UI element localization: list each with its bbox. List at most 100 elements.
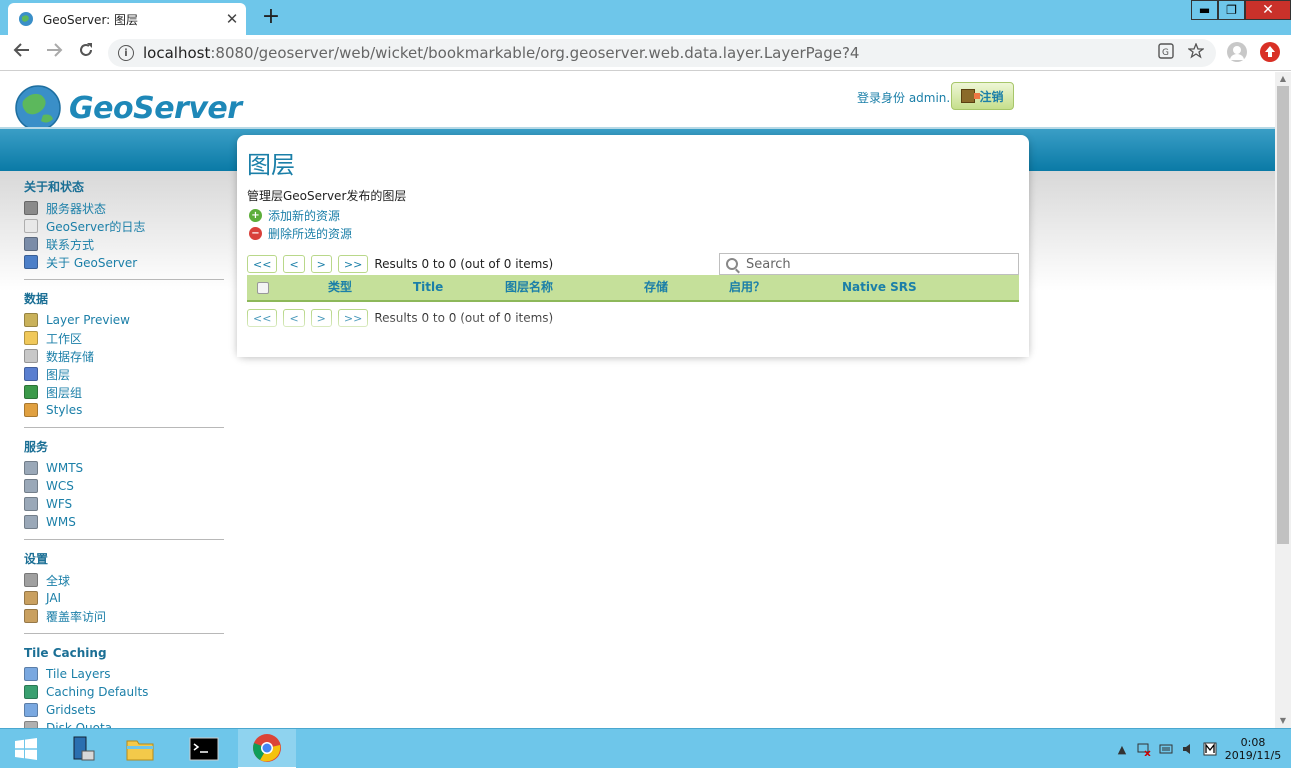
- sidebar-item[interactable]: 图层组: [24, 383, 224, 401]
- address-bar[interactable]: i localhost:8080/geoserver/web/wicket/bo…: [108, 39, 1216, 67]
- folder-icon: [126, 740, 154, 761]
- chrome-icon: [253, 734, 281, 762]
- scroll-down-icon[interactable]: ▼: [1275, 714, 1291, 728]
- sidebar-item[interactable]: JAI: [24, 589, 224, 607]
- page-scrollbar[interactable]: ▲ ▼: [1275, 72, 1291, 728]
- sidebar-item-label: 图层组: [46, 385, 83, 400]
- tile-layers-icon: [24, 667, 38, 681]
- page-description: 管理层GeoServer发布的图层: [247, 189, 407, 203]
- caching-defaults-icon: [24, 685, 38, 699]
- keyboard-icon[interactable]: [1159, 742, 1173, 756]
- chrome-task[interactable]: [238, 729, 296, 768]
- start-button[interactable]: [0, 729, 52, 768]
- browser-tab[interactable]: GeoServer: 图层 ✕: [8, 3, 246, 35]
- sidebar-item[interactable]: WMTS: [24, 459, 224, 477]
- column-header[interactable]: Title: [413, 275, 443, 300]
- sidebar-item-label: Gridsets: [46, 703, 96, 717]
- sidebar-item[interactable]: 联系方式: [24, 235, 224, 253]
- logout-button[interactable]: 注销: [951, 82, 1014, 110]
- coverage-access-icon: [24, 609, 38, 623]
- browser-titlebar: GeoServer: 图层 ✕ + ▬ ❐ ✕: [0, 0, 1291, 35]
- clock-date: 2019/11/5: [1224, 749, 1282, 762]
- forward-arrow-icon[interactable]: [42, 41, 66, 65]
- add-resource-label: 添加新的资源: [268, 209, 341, 223]
- geoserver-brand-text: GeoServer: [69, 90, 242, 126]
- server-manager-task[interactable]: [56, 729, 108, 768]
- translate-icon[interactable]: G: [1158, 43, 1174, 59]
- column-header[interactable]: 启用？: [729, 275, 765, 300]
- column-header[interactable]: 类型: [328, 275, 352, 300]
- sidebar-item[interactable]: Tile Layers: [24, 665, 224, 683]
- back-arrow-icon[interactable]: [10, 41, 34, 65]
- svg-text:G: G: [1162, 48, 1169, 58]
- wmts-icon: [24, 461, 38, 475]
- system-tray: ▲ 0:08 2019/11/5: [1107, 729, 1283, 768]
- prev-page-button[interactable]: <: [283, 255, 305, 273]
- sidebar-item-label: Styles: [46, 403, 83, 417]
- layer-table-header: 类型 Title 图层名称 存储 启用？ Native SRS: [247, 275, 1019, 302]
- windows-taskbar: ▲ 0:08 2019/11/5: [0, 728, 1291, 768]
- wcs-icon: [24, 479, 38, 493]
- bookmark-star-icon[interactable]: [1188, 43, 1204, 59]
- profile-avatar-icon[interactable]: [1227, 42, 1247, 62]
- sidebar-item[interactable]: Gridsets: [24, 701, 224, 719]
- sidebar-item[interactable]: WFS: [24, 495, 224, 513]
- sidebar-item[interactable]: WCS: [24, 477, 224, 495]
- geoserver-globe-icon: [15, 85, 61, 131]
- search-input[interactable]: Search: [719, 253, 1019, 275]
- sidebar-item[interactable]: 覆盖率访问: [24, 607, 224, 625]
- sidebar-section: Tile Caching Tile Layers Caching Defaults G…: [24, 643, 224, 728]
- taskbar-clock[interactable]: 0:08 2019/11/5: [1223, 736, 1283, 762]
- last-page-button[interactable]: >>: [337, 255, 369, 273]
- sidebar-item[interactable]: 数据存储: [24, 347, 224, 365]
- sidebar-item[interactable]: 工作区: [24, 329, 224, 347]
- first-page-button[interactable]: <<: [247, 255, 278, 273]
- sidebar-section-title: 服务: [24, 440, 49, 454]
- clock-time: 0:08: [1240, 736, 1266, 749]
- sidebar-item-label: GeoServer的日志: [46, 219, 146, 234]
- select-all-checkbox[interactable]: [257, 282, 269, 294]
- file-explorer-task[interactable]: [114, 729, 166, 768]
- sidebar-item[interactable]: 全球: [24, 571, 224, 589]
- restore-button[interactable]: ❐: [1218, 0, 1245, 20]
- sidebar-item-label: Layer Preview: [46, 313, 130, 327]
- column-header[interactable]: 存储: [644, 275, 668, 300]
- sidebar-item[interactable]: 图层: [24, 365, 224, 383]
- new-tab-button[interactable]: +: [258, 4, 284, 30]
- add-resource-link[interactable]: + 添加新的资源: [249, 207, 340, 224]
- sidebar-item-label: Caching Defaults: [46, 685, 149, 699]
- network-icon[interactable]: [1137, 742, 1151, 756]
- sidebar-item-label: 覆盖率访问: [46, 609, 107, 624]
- next-page-button[interactable]: >: [310, 255, 332, 273]
- reload-icon[interactable]: [74, 41, 98, 65]
- input-method-icon[interactable]: [1203, 742, 1217, 756]
- command-prompt-task[interactable]: [178, 729, 230, 768]
- disk-quota-icon: [24, 721, 38, 728]
- panel-fade: [237, 312, 1029, 357]
- column-header[interactable]: Native SRS: [842, 275, 917, 300]
- sidebar-item[interactable]: Caching Defaults: [24, 683, 224, 701]
- scroll-up-icon[interactable]: ▲: [1275, 72, 1291, 86]
- scrollbar-thumb[interactable]: [1277, 86, 1289, 544]
- close-window-button[interactable]: ✕: [1245, 0, 1291, 20]
- minimize-button[interactable]: ▬: [1191, 0, 1218, 20]
- remove-icon: −: [249, 227, 262, 240]
- column-header[interactable]: 图层名称: [505, 275, 553, 300]
- remove-selected-link[interactable]: − 删除所选的资源: [249, 225, 352, 242]
- sidebar-item[interactable]: 服务器状态: [24, 199, 224, 217]
- sidebar-item[interactable]: GeoServer的日志: [24, 217, 224, 235]
- search-icon: [726, 258, 738, 270]
- sidebar-item[interactable]: Styles: [24, 401, 224, 419]
- sidebar-item[interactable]: Disk Quota: [24, 719, 224, 728]
- sidebar-item[interactable]: WMS: [24, 513, 224, 531]
- update-alert-icon[interactable]: [1260, 42, 1280, 62]
- sidebar-item[interactable]: 关于 GeoServer: [24, 253, 224, 271]
- contact-icon: [24, 237, 38, 251]
- sidebar-item[interactable]: Layer Preview: [24, 311, 224, 329]
- site-info-icon[interactable]: i: [118, 45, 134, 61]
- tab-close-icon[interactable]: ✕: [218, 10, 246, 28]
- add-icon: +: [249, 209, 262, 222]
- geoserver-logo[interactable]: GeoServer: [13, 83, 242, 133]
- volume-icon[interactable]: [1181, 742, 1195, 756]
- show-hidden-icons-icon[interactable]: ▲: [1115, 742, 1129, 756]
